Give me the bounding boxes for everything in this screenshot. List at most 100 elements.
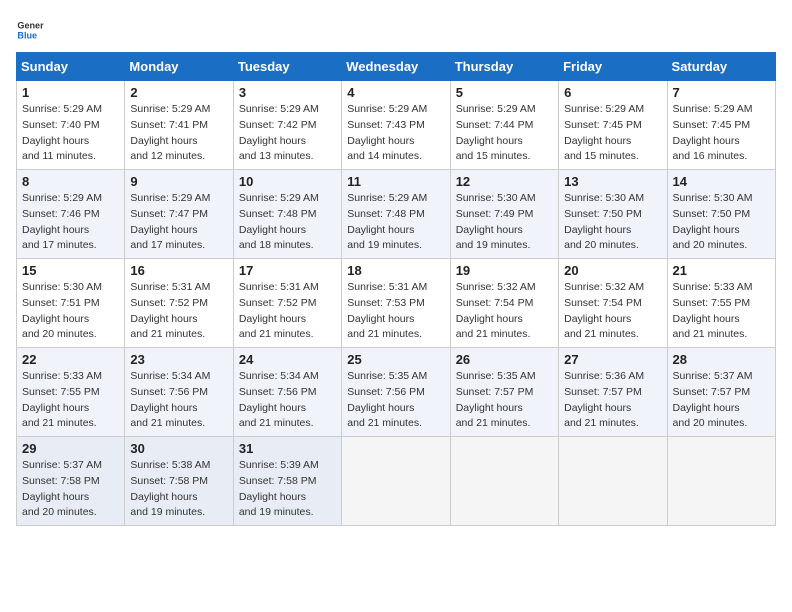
calendar-cell: 8 Sunrise: 5:29 AM Sunset: 7:46 PM Dayli…: [17, 170, 125, 259]
calendar-cell: 2 Sunrise: 5:29 AM Sunset: 7:41 PM Dayli…: [125, 81, 233, 170]
day-info: Sunrise: 5:29 AM Sunset: 7:47 PM Dayligh…: [130, 191, 227, 254]
day-number: 2: [130, 85, 227, 100]
calendar-cell: 24 Sunrise: 5:34 AM Sunset: 7:56 PM Dayl…: [233, 348, 341, 437]
day-number: 8: [22, 174, 119, 189]
day-info: Sunrise: 5:29 AM Sunset: 7:41 PM Dayligh…: [130, 102, 227, 165]
calendar-cell: 23 Sunrise: 5:34 AM Sunset: 7:56 PM Dayl…: [125, 348, 233, 437]
calendar-cell: 11 Sunrise: 5:29 AM Sunset: 7:48 PM Dayl…: [342, 170, 450, 259]
day-info: Sunrise: 5:34 AM Sunset: 7:56 PM Dayligh…: [130, 369, 227, 432]
svg-text:General: General: [17, 21, 44, 31]
day-info: Sunrise: 5:33 AM Sunset: 7:55 PM Dayligh…: [673, 280, 770, 343]
day-info: Sunrise: 5:38 AM Sunset: 7:58 PM Dayligh…: [130, 458, 227, 521]
calendar-table: SundayMondayTuesdayWednesdayThursdayFrid…: [16, 52, 776, 526]
calendar-cell: 5 Sunrise: 5:29 AM Sunset: 7:44 PM Dayli…: [450, 81, 558, 170]
day-number: 21: [673, 263, 770, 278]
calendar-cell: 14 Sunrise: 5:30 AM Sunset: 7:50 PM Dayl…: [667, 170, 775, 259]
day-header-thursday: Thursday: [450, 53, 558, 81]
calendar-cell: 25 Sunrise: 5:35 AM Sunset: 7:56 PM Dayl…: [342, 348, 450, 437]
day-number: 12: [456, 174, 553, 189]
day-info: Sunrise: 5:29 AM Sunset: 7:45 PM Dayligh…: [673, 102, 770, 165]
calendar-header-row: SundayMondayTuesdayWednesdayThursdayFrid…: [17, 53, 776, 81]
day-info: Sunrise: 5:37 AM Sunset: 7:57 PM Dayligh…: [673, 369, 770, 432]
calendar-cell: 3 Sunrise: 5:29 AM Sunset: 7:42 PM Dayli…: [233, 81, 341, 170]
day-number: 5: [456, 85, 553, 100]
calendar-cell: 12 Sunrise: 5:30 AM Sunset: 7:49 PM Dayl…: [450, 170, 558, 259]
calendar-cell: 29 Sunrise: 5:37 AM Sunset: 7:58 PM Dayl…: [17, 437, 125, 526]
calendar-cell: 13 Sunrise: 5:30 AM Sunset: 7:50 PM Dayl…: [559, 170, 667, 259]
day-info: Sunrise: 5:32 AM Sunset: 7:54 PM Dayligh…: [456, 280, 553, 343]
calendar-cell: 17 Sunrise: 5:31 AM Sunset: 7:52 PM Dayl…: [233, 259, 341, 348]
day-number: 11: [347, 174, 444, 189]
day-info: Sunrise: 5:31 AM Sunset: 7:53 PM Dayligh…: [347, 280, 444, 343]
calendar-cell: 27 Sunrise: 5:36 AM Sunset: 7:57 PM Dayl…: [559, 348, 667, 437]
calendar-cell: 28 Sunrise: 5:37 AM Sunset: 7:57 PM Dayl…: [667, 348, 775, 437]
day-number: 19: [456, 263, 553, 278]
calendar-cell: 21 Sunrise: 5:33 AM Sunset: 7:55 PM Dayl…: [667, 259, 775, 348]
day-number: 29: [22, 441, 119, 456]
calendar-cell: 7 Sunrise: 5:29 AM Sunset: 7:45 PM Dayli…: [667, 81, 775, 170]
day-info: Sunrise: 5:29 AM Sunset: 7:43 PM Dayligh…: [347, 102, 444, 165]
day-number: 9: [130, 174, 227, 189]
day-info: Sunrise: 5:35 AM Sunset: 7:56 PM Dayligh…: [347, 369, 444, 432]
day-number: 3: [239, 85, 336, 100]
day-number: 16: [130, 263, 227, 278]
calendar-cell: 1 Sunrise: 5:29 AM Sunset: 7:40 PM Dayli…: [17, 81, 125, 170]
day-info: Sunrise: 5:30 AM Sunset: 7:50 PM Dayligh…: [564, 191, 661, 254]
calendar-cell: 26 Sunrise: 5:35 AM Sunset: 7:57 PM Dayl…: [450, 348, 558, 437]
day-info: Sunrise: 5:29 AM Sunset: 7:46 PM Dayligh…: [22, 191, 119, 254]
day-number: 30: [130, 441, 227, 456]
calendar-cell: 19 Sunrise: 5:32 AM Sunset: 7:54 PM Dayl…: [450, 259, 558, 348]
day-info: Sunrise: 5:30 AM Sunset: 7:51 PM Dayligh…: [22, 280, 119, 343]
svg-text:Blue: Blue: [17, 30, 37, 40]
day-number: 26: [456, 352, 553, 367]
day-header-sunday: Sunday: [17, 53, 125, 81]
day-number: 25: [347, 352, 444, 367]
day-header-friday: Friday: [559, 53, 667, 81]
day-number: 17: [239, 263, 336, 278]
day-number: 14: [673, 174, 770, 189]
calendar-cell: 30 Sunrise: 5:38 AM Sunset: 7:58 PM Dayl…: [125, 437, 233, 526]
day-number: 1: [22, 85, 119, 100]
day-number: 24: [239, 352, 336, 367]
calendar-cell: 15 Sunrise: 5:30 AM Sunset: 7:51 PM Dayl…: [17, 259, 125, 348]
day-number: 13: [564, 174, 661, 189]
day-number: 18: [347, 263, 444, 278]
calendar-cell: [450, 437, 558, 526]
day-number: 20: [564, 263, 661, 278]
calendar-week-5: 29 Sunrise: 5:37 AM Sunset: 7:58 PM Dayl…: [17, 437, 776, 526]
calendar-cell: 4 Sunrise: 5:29 AM Sunset: 7:43 PM Dayli…: [342, 81, 450, 170]
calendar-cell: 20 Sunrise: 5:32 AM Sunset: 7:54 PM Dayl…: [559, 259, 667, 348]
day-info: Sunrise: 5:31 AM Sunset: 7:52 PM Dayligh…: [130, 280, 227, 343]
day-number: 28: [673, 352, 770, 367]
day-info: Sunrise: 5:33 AM Sunset: 7:55 PM Dayligh…: [22, 369, 119, 432]
calendar-cell: [667, 437, 775, 526]
calendar-cell: [559, 437, 667, 526]
calendar-cell: 22 Sunrise: 5:33 AM Sunset: 7:55 PM Dayl…: [17, 348, 125, 437]
day-number: 22: [22, 352, 119, 367]
day-info: Sunrise: 5:35 AM Sunset: 7:57 PM Dayligh…: [456, 369, 553, 432]
day-info: Sunrise: 5:32 AM Sunset: 7:54 PM Dayligh…: [564, 280, 661, 343]
day-number: 7: [673, 85, 770, 100]
calendar-week-2: 8 Sunrise: 5:29 AM Sunset: 7:46 PM Dayli…: [17, 170, 776, 259]
day-header-saturday: Saturday: [667, 53, 775, 81]
day-number: 23: [130, 352, 227, 367]
day-header-tuesday: Tuesday: [233, 53, 341, 81]
calendar-cell: 6 Sunrise: 5:29 AM Sunset: 7:45 PM Dayli…: [559, 81, 667, 170]
day-info: Sunrise: 5:30 AM Sunset: 7:49 PM Dayligh…: [456, 191, 553, 254]
day-info: Sunrise: 5:31 AM Sunset: 7:52 PM Dayligh…: [239, 280, 336, 343]
calendar-cell: 18 Sunrise: 5:31 AM Sunset: 7:53 PM Dayl…: [342, 259, 450, 348]
day-number: 10: [239, 174, 336, 189]
day-number: 31: [239, 441, 336, 456]
calendar-week-4: 22 Sunrise: 5:33 AM Sunset: 7:55 PM Dayl…: [17, 348, 776, 437]
calendar-cell: [342, 437, 450, 526]
day-info: Sunrise: 5:29 AM Sunset: 7:48 PM Dayligh…: [239, 191, 336, 254]
day-info: Sunrise: 5:30 AM Sunset: 7:50 PM Dayligh…: [673, 191, 770, 254]
calendar-week-1: 1 Sunrise: 5:29 AM Sunset: 7:40 PM Dayli…: [17, 81, 776, 170]
page-header: General Blue: [16, 16, 776, 44]
day-info: Sunrise: 5:29 AM Sunset: 7:42 PM Dayligh…: [239, 102, 336, 165]
day-info: Sunrise: 5:29 AM Sunset: 7:45 PM Dayligh…: [564, 102, 661, 165]
day-header-monday: Monday: [125, 53, 233, 81]
day-info: Sunrise: 5:39 AM Sunset: 7:58 PM Dayligh…: [239, 458, 336, 521]
day-info: Sunrise: 5:36 AM Sunset: 7:57 PM Dayligh…: [564, 369, 661, 432]
day-number: 4: [347, 85, 444, 100]
